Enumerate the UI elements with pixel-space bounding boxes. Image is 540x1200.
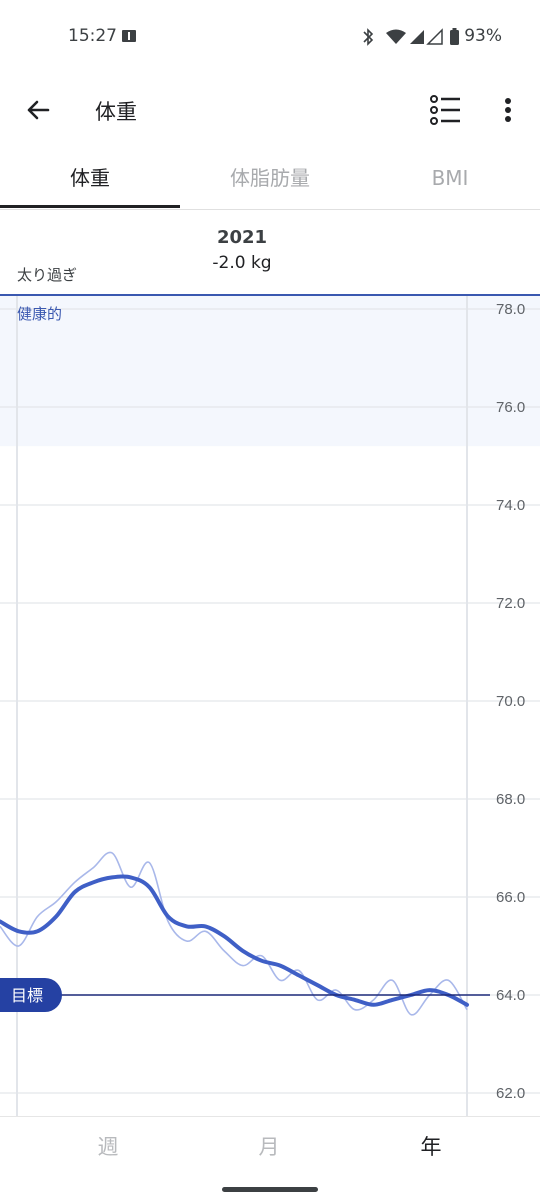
signal-icon <box>426 28 443 45</box>
y-tick-label: 70.0 <box>496 693 525 710</box>
arrow-back-icon[interactable] <box>22 94 54 126</box>
overweight-zone-label: 太り過ぎ <box>17 266 78 284</box>
app-bar: 体重 <box>0 72 540 148</box>
status-icons <box>363 28 459 46</box>
y-tick-label: 68.0 <box>496 791 525 808</box>
battery-percent: 93% <box>464 26 502 46</box>
wifi-icon <box>386 29 406 44</box>
y-tick-label: 64.0 <box>496 987 525 1004</box>
tab-indicator <box>0 205 180 208</box>
home-indicator <box>222 1187 318 1192</box>
tab-weight[interactable]: 体重 <box>0 148 180 209</box>
summary-year: 2021 <box>216 227 268 248</box>
y-tick-label: 74.0 <box>496 497 525 514</box>
healthy-zone-band <box>0 295 540 447</box>
y-tick-label: 66.0 <box>496 889 525 906</box>
signal-icon <box>410 30 424 44</box>
goal-badge: 目標 <box>0 978 62 1012</box>
y-tick-label: 76.0 <box>496 399 525 416</box>
metric-tabs: 体重 体脂肪量 BMI <box>0 148 540 210</box>
weight-chart[interactable]: 78.0 76.0 74.0 72.0 70.0 68.0 66.0 64.0 62.0 目標 <box>0 280 540 1120</box>
y-tick-label: 72.0 <box>496 595 525 612</box>
tab-bmi[interactable]: BMI <box>360 148 540 209</box>
daily-weight-line <box>0 851 468 1016</box>
book-notification-icon <box>122 30 136 42</box>
tab-body-fat[interactable]: 体脂肪量 <box>180 148 360 209</box>
period-year[interactable]: 年 <box>391 1131 471 1161</box>
period-month[interactable]: 月 <box>229 1131 309 1161</box>
status-bar: 15:27 93% <box>0 0 540 72</box>
period-selector: 週 月 年 <box>0 1116 540 1176</box>
bluetooth-icon <box>363 28 374 46</box>
list-icon[interactable] <box>426 92 466 128</box>
period-week[interactable]: 週 <box>68 1131 148 1161</box>
healthy-zone-label: 健康的 <box>17 305 63 323</box>
more-vert-icon[interactable] <box>496 94 520 126</box>
y-tick-label: 62.0 <box>496 1085 525 1102</box>
status-time: 15:27 <box>68 26 117 46</box>
page-title: 体重 <box>95 100 137 124</box>
y-tick-label: 78.0 <box>496 301 525 318</box>
battery-icon <box>450 30 459 45</box>
goal-badge-label: 目標 <box>11 986 43 1005</box>
